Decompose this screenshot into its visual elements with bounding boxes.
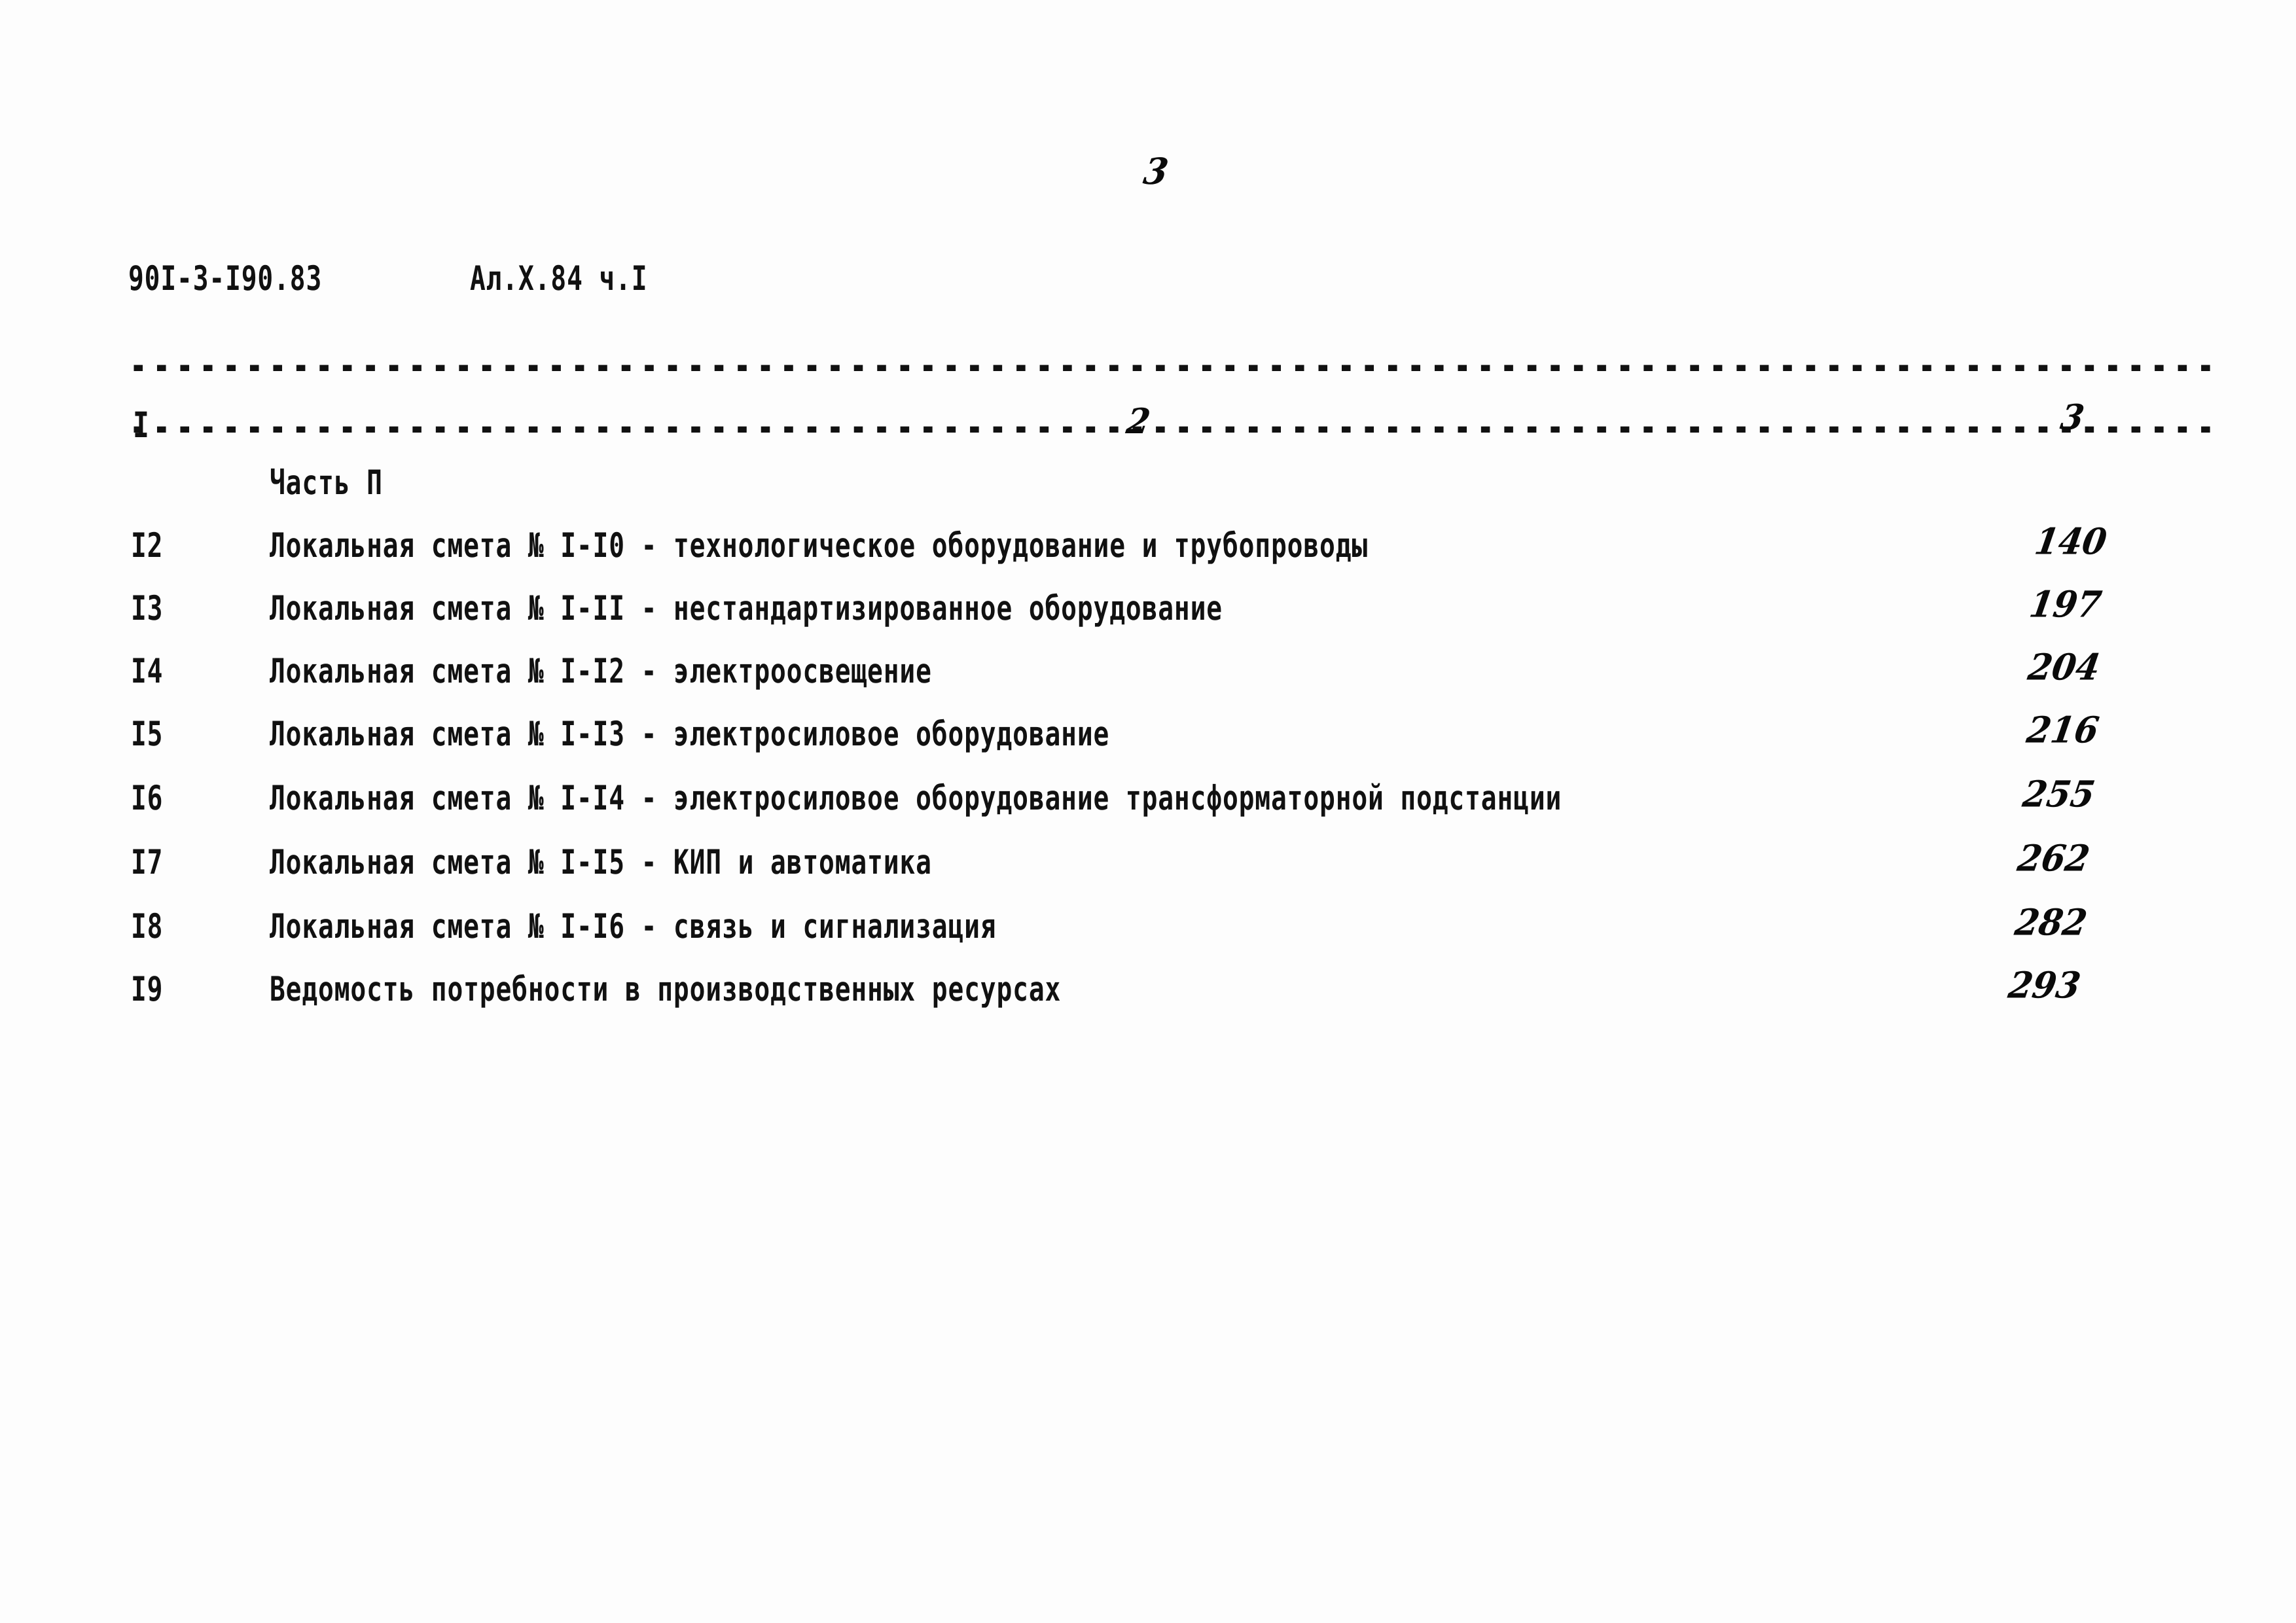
row-title: Локальная смета № I-I6 - связь и сигнали… xyxy=(270,906,997,946)
row-title: Локальная смета № I-I5 - КИП и автоматик… xyxy=(270,842,932,882)
row-page-number: 197 xyxy=(2024,583,2296,638)
column-number-1: I xyxy=(133,404,150,446)
page-number-top: 3 xyxy=(1140,151,1172,193)
table-row: I2 Локальная смета № I-I0 - технологическ… xyxy=(0,520,2296,575)
row-number: I6 xyxy=(131,777,164,818)
row-title: Локальная смета № I-I2 - электроосвещени… xyxy=(270,651,932,691)
row-number: I9 xyxy=(131,969,164,1009)
row-title: Локальная смета № I-I4 - электросиловое … xyxy=(270,777,1562,818)
table-row: I8 Локальная смета № I-I6 - связь и сигна… xyxy=(0,901,2296,956)
section-title: Часть П xyxy=(270,462,383,503)
row-title: Ведомость потребности в производственных… xyxy=(270,969,1062,1009)
row-number: I3 xyxy=(131,588,164,628)
row-number: I2 xyxy=(131,525,164,565)
row-number: I8 xyxy=(131,906,164,946)
table-rule-top: ----------------------------------------… xyxy=(130,341,2211,391)
table-row: I4 Локальная смета № I-I2 - электроосвеще… xyxy=(0,646,2296,701)
row-number: I5 xyxy=(131,713,164,754)
row-page-number: 282 xyxy=(2010,901,2296,956)
document-code: 90I-3-I90.83 xyxy=(128,258,323,298)
row-page-number: 204 xyxy=(2023,646,2296,701)
row-number: I7 xyxy=(131,842,164,882)
row-page-number: 216 xyxy=(2022,709,2296,764)
row-number: I4 xyxy=(131,651,164,691)
row-page-number: 255 xyxy=(2018,773,2296,828)
row-page-number: 262 xyxy=(2013,837,2296,892)
row-page-number: 293 xyxy=(2003,964,2296,1019)
row-title: Локальная смета № I-I0 - технологическое… xyxy=(270,525,1369,565)
album-code: Ал.X.84 ч.I xyxy=(470,258,648,298)
table-row: I5 Локальная смета № I-I3 - электросилово… xyxy=(0,709,2296,764)
table-row: I7 Локальная смета № I-I5 - КИП и автомат… xyxy=(0,837,2296,892)
table-row: I9 Ведомость потребности в производственн… xyxy=(0,964,2296,1019)
table-row: I3 Локальная смета № I-II - нестандартизи… xyxy=(0,583,2296,638)
row-title: Локальная смета № I-I3 - электросиловое … xyxy=(270,713,1110,754)
row-title: Локальная смета № I-II - нестандартизиро… xyxy=(270,588,1223,628)
row-page-number: 140 xyxy=(2030,520,2296,575)
table-row: I6 Локальная смета № I-I4 - электросилово… xyxy=(0,773,2296,828)
document-page: 3 90I-3-I90.83 Ал.X.84 ч.I -------------… xyxy=(0,0,2296,1623)
table-rule-bottom: ----------------------------------------… xyxy=(130,402,2211,453)
